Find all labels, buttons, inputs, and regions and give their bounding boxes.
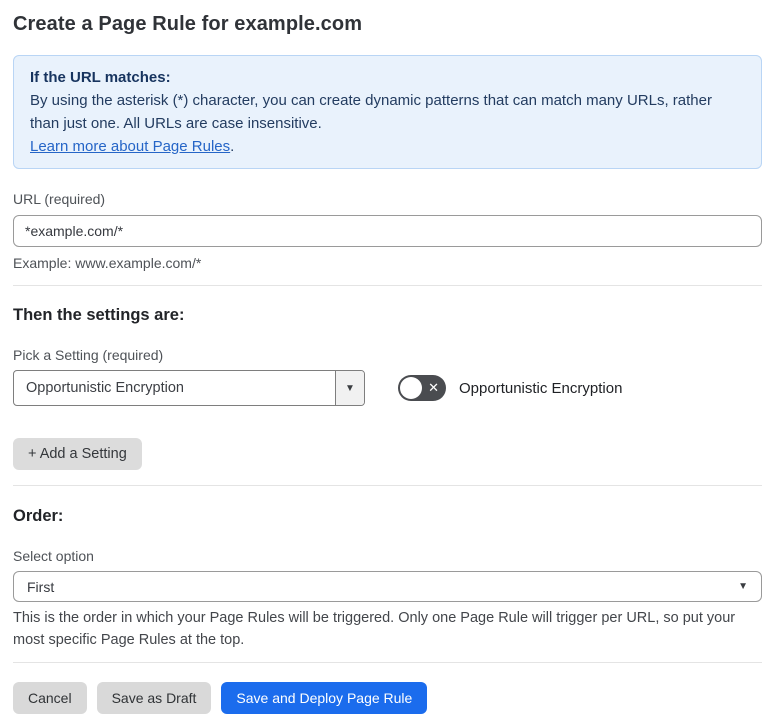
- divider: [13, 285, 762, 286]
- divider: [13, 485, 762, 486]
- order-select[interactable]: First ▼: [13, 571, 762, 602]
- info-box-body: By using the asterisk (*) character, you…: [30, 92, 712, 132]
- page-rule-form: Create a Page Rule for example.com If th…: [0, 0, 775, 717]
- setting-row: Opportunistic Encryption ▼ ✕ Opportunist…: [13, 370, 762, 406]
- toggle-off-x-icon: ✕: [428, 380, 439, 396]
- opportunistic-encryption-toggle[interactable]: ✕: [398, 375, 446, 401]
- page-title: Create a Page Rule for example.com: [13, 13, 363, 35]
- chevron-down-icon: ▼: [738, 581, 748, 592]
- info-box-heading: If the URL matches:: [30, 69, 171, 86]
- url-match-info-box: If the URL matches: By using the asteris…: [13, 55, 762, 169]
- info-box-link-line: Learn more about Page Rules.: [30, 135, 745, 158]
- setting-select[interactable]: Opportunistic Encryption ▼: [13, 370, 365, 406]
- add-setting-button[interactable]: + Add a Setting: [13, 438, 142, 470]
- learn-more-link[interactable]: Learn more about Page Rules: [30, 138, 230, 155]
- save-and-deploy-button[interactable]: Save and Deploy Page Rule: [221, 682, 428, 714]
- order-help-text: This is the order in which your Page Rul…: [13, 610, 736, 648]
- order-select-value: First: [27, 578, 55, 595]
- pick-setting-label: Pick a Setting (required): [13, 347, 164, 363]
- toggle-setting-label: Opportunistic Encryption: [459, 379, 623, 397]
- toggle-knob: [400, 377, 422, 399]
- order-section-heading: Order:: [13, 507, 64, 525]
- setting-select-arrow-button[interactable]: ▼: [335, 371, 364, 405]
- url-example-text: Example: www.example.com/*: [13, 255, 202, 271]
- link-period: .: [230, 138, 235, 155]
- order-select-label: Select option: [13, 548, 94, 564]
- form-actions: Cancel Save as Draft Save and Deploy Pag…: [13, 682, 762, 714]
- save-as-draft-button[interactable]: Save as Draft: [96, 682, 212, 714]
- setting-select-value: Opportunistic Encryption: [26, 380, 184, 396]
- cancel-button[interactable]: Cancel: [13, 682, 87, 714]
- chevron-down-icon: ▼: [345, 382, 355, 394]
- url-input[interactable]: [13, 215, 762, 247]
- url-field-label: URL (required): [13, 191, 106, 207]
- settings-section-heading: Then the settings are:: [13, 306, 185, 324]
- divider: [13, 662, 762, 663]
